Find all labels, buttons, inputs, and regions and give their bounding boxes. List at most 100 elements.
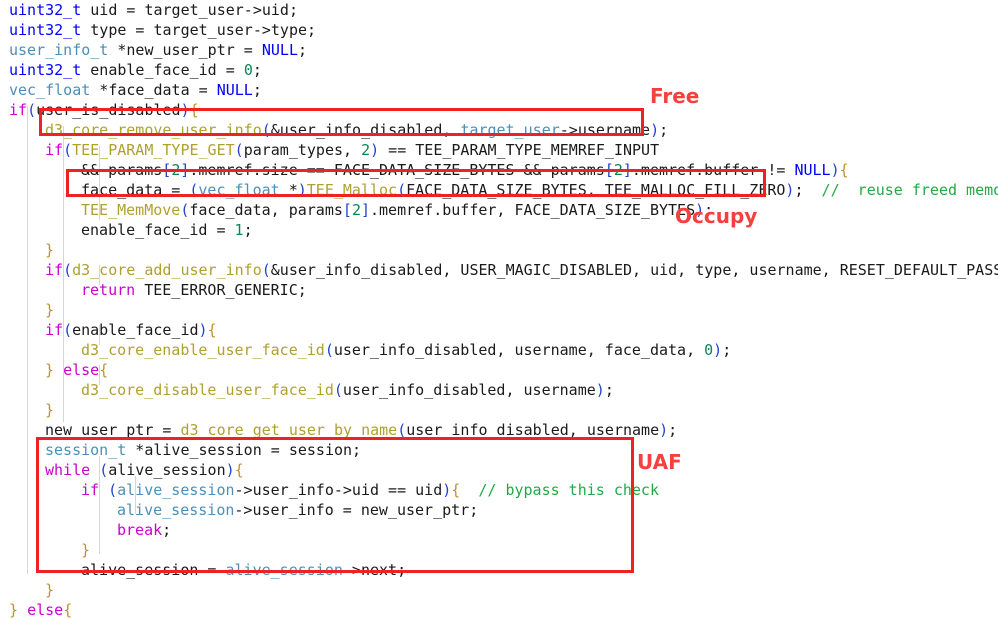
code-line[interactable]: if (alive_session->user_info->uid == uid… [0, 480, 998, 500]
indent-guide [99, 365, 100, 385]
code-line[interactable]: if(d3_core_add_user_info(&user_info_disa… [0, 260, 998, 280]
code-token: alive_session [225, 561, 343, 579]
code-line[interactable]: } [0, 400, 998, 420]
code-token: .memref.size == FACE_DATA_SIZE_BYTES && … [189, 161, 605, 179]
code-token: NULL [261, 41, 298, 59]
code-line[interactable]: new_user_ptr = d3_core_get_user_by_name(… [0, 420, 998, 440]
code-token: ] [360, 201, 370, 219]
code-token: face_data = [81, 181, 190, 199]
code-line[interactable]: break; [0, 520, 998, 540]
code-token: target_user [460, 121, 560, 139]
code-line[interactable]: } else{ [0, 360, 998, 380]
code-line[interactable]: d3_core_remove_user_info(&user_info_disa… [0, 120, 998, 140]
code-line[interactable]: while (alive_session){ [0, 460, 998, 480]
code-token: 0 [243, 61, 253, 79]
code-token: { [451, 481, 461, 499]
code-line[interactable]: } else{ [0, 600, 998, 620]
code-token: ( [324, 341, 334, 359]
code-line[interactable]: } [0, 540, 998, 560]
code-line[interactable]: alive_session = alive_session->next; [0, 560, 998, 580]
code-line[interactable]: vec_float *face_data = NULL; [0, 80, 998, 100]
code-line[interactable]: alive_session->user_info = new_user_ptr; [0, 500, 998, 520]
code-token: enable_face_id = [81, 61, 244, 79]
code-token: face_data, params [189, 201, 343, 219]
code-token: if [45, 141, 64, 159]
code-token: enable_face_id [72, 321, 199, 339]
code-token: ; [252, 81, 262, 99]
code-token: NULL [216, 81, 253, 99]
code-line[interactable]: face_data = (vec_float *)TEE_Malloc(FACE… [0, 180, 998, 200]
code-token: { [63, 601, 73, 619]
code-line[interactable]: TEE_MemMove(face_data, params[2].memref.… [0, 200, 998, 220]
code-token: 2 [613, 161, 623, 179]
code-token: d3_core_disable_user_face_id [81, 381, 334, 399]
code-token: *face_data = [90, 81, 217, 99]
code-token: ; [298, 41, 308, 59]
code-token: while [45, 461, 91, 479]
code-line[interactable]: if(user_is_disabled){ [0, 100, 998, 120]
code-line[interactable]: return TEE_ERROR_GENERIC; [0, 280, 998, 300]
code-token: ( [63, 141, 73, 159]
code-token: ( [333, 381, 343, 399]
code-token: ) [595, 381, 605, 399]
code-line[interactable]: && params[2].memref.size == FACE_DATA_SI… [0, 160, 998, 180]
code-token: TEE_Malloc [306, 181, 398, 199]
code-token: if [45, 261, 64, 279]
code-line[interactable]: d3_core_disable_user_face_id(user_info_d… [0, 380, 998, 400]
code-token: break [117, 521, 163, 539]
code-line[interactable]: } [0, 240, 998, 260]
code-token: d3_core_remove_user_info [45, 121, 262, 139]
code-line[interactable]: enable_face_id = 1; [0, 220, 998, 240]
code-token: [ [162, 161, 172, 179]
code-token: ) [297, 181, 307, 199]
code-token: [ [604, 161, 614, 179]
code-token: alive_session [108, 461, 226, 479]
code-token: ) [225, 461, 235, 479]
code-line[interactable]: d3_core_enable_user_face_id(user_info_di… [0, 340, 998, 360]
code-line[interactable]: session_t *alive_session = session; [0, 440, 998, 460]
code-editor-pane[interactable]: uint32_t uid = target_user->uid; uint32_t… [0, 0, 998, 619]
code-line[interactable]: } [0, 300, 998, 320]
code-token: d3_core_enable_user_face_id [81, 341, 325, 359]
code-token: ( [397, 421, 407, 439]
code-line[interactable]: } [0, 580, 998, 600]
code-token: ) [830, 161, 840, 179]
code-token: uint32_t [9, 21, 82, 39]
code-line[interactable]: uint32_t enable_face_id = 0; [0, 60, 998, 80]
code-token: TEE_PARAM_TYPE_GET [72, 141, 235, 159]
code-token: ; [604, 381, 614, 399]
code-token: * [279, 181, 298, 199]
code-token: ) [198, 321, 208, 339]
code-token: 1 [234, 221, 244, 239]
code-token: ->username [559, 121, 651, 139]
code-line[interactable]: uint32_t type = target_user->type; [0, 20, 998, 40]
code-token: [ [342, 201, 352, 219]
code-token: ) [370, 141, 380, 159]
code-token: uint32_t [9, 1, 82, 19]
code-token: } [9, 601, 19, 619]
code-token: ) [180, 101, 190, 119]
code-token: ( [234, 141, 244, 159]
code-token: TEE_ERROR_GENERIC; [135, 281, 307, 299]
code-line[interactable]: if(TEE_PARAM_TYPE_GET(param_types, 2) ==… [0, 140, 998, 160]
code-line[interactable]: user_info_t *new_user_ptr = NULL; [0, 40, 998, 60]
annotation-label-free: Free [650, 84, 700, 108]
code-token: 2 [361, 141, 371, 159]
code-line[interactable]: uint32_t uid = target_user->uid; [0, 0, 998, 20]
code-token: session_t [45, 441, 127, 459]
code-token: user_info_disabled, username [342, 381, 596, 399]
annotation-label-occupy: Occupy [675, 204, 758, 228]
code-token: FACE_DATA_SIZE_BYTES, TEE_MALLOC_FILL_ZE… [406, 181, 786, 199]
code-token: ; [668, 421, 678, 439]
code-token: { [207, 321, 217, 339]
code-token: { [189, 101, 199, 119]
code-token: user_info_disabled, username [406, 421, 660, 439]
code-token: NULL [794, 161, 831, 179]
code-token: 2 [171, 161, 181, 179]
indent-guide [27, 106, 28, 574]
code-line[interactable]: if(enable_face_id){ [0, 320, 998, 340]
code-token: ; [162, 521, 172, 539]
